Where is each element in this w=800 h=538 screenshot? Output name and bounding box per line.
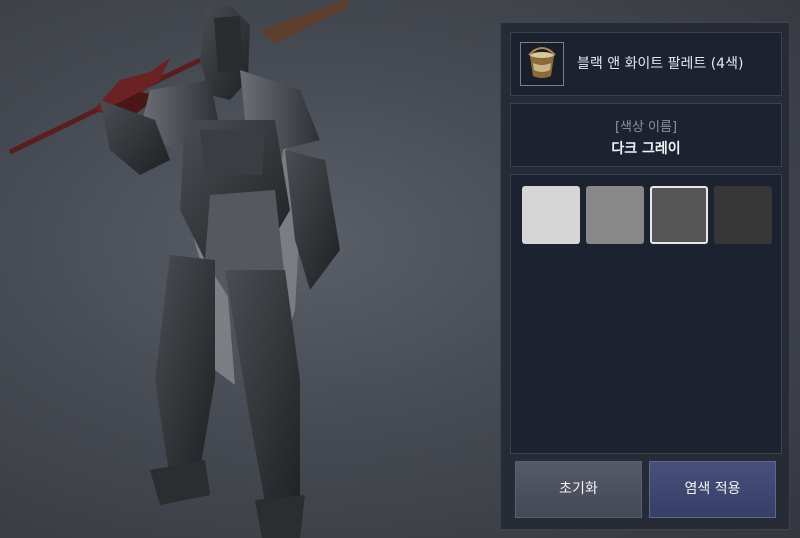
dye-item-name: 블랙 앤 화이트 팔레트 (4색) xyxy=(577,56,744,72)
color-name-value: 다크 그레이 xyxy=(611,141,681,157)
swatch-dark-gray[interactable] xyxy=(650,186,708,244)
dye-panel: 블랙 앤 화이트 팔레트 (4색) [색상 이름] 다크 그레이 초기화 염색 … xyxy=(500,22,790,530)
color-name-box: [색상 이름] 다크 그레이 xyxy=(510,103,782,167)
apply-dye-button[interactable]: 염색 적용 xyxy=(649,461,776,518)
color-name-label: [색상 이름] xyxy=(614,120,678,135)
swatch-light-gray[interactable] xyxy=(522,186,580,244)
dye-bucket-icon xyxy=(520,42,564,86)
reset-button[interactable]: 초기화 xyxy=(515,461,642,518)
armored-knight-model xyxy=(8,0,350,538)
character-preview[interactable] xyxy=(0,0,500,538)
swatch-gray[interactable] xyxy=(586,186,644,244)
swatch-charcoal[interactable] xyxy=(714,186,772,244)
dye-item-header: 블랙 앤 화이트 팔레트 (4색) xyxy=(510,32,782,96)
color-swatch-grid xyxy=(510,174,782,454)
